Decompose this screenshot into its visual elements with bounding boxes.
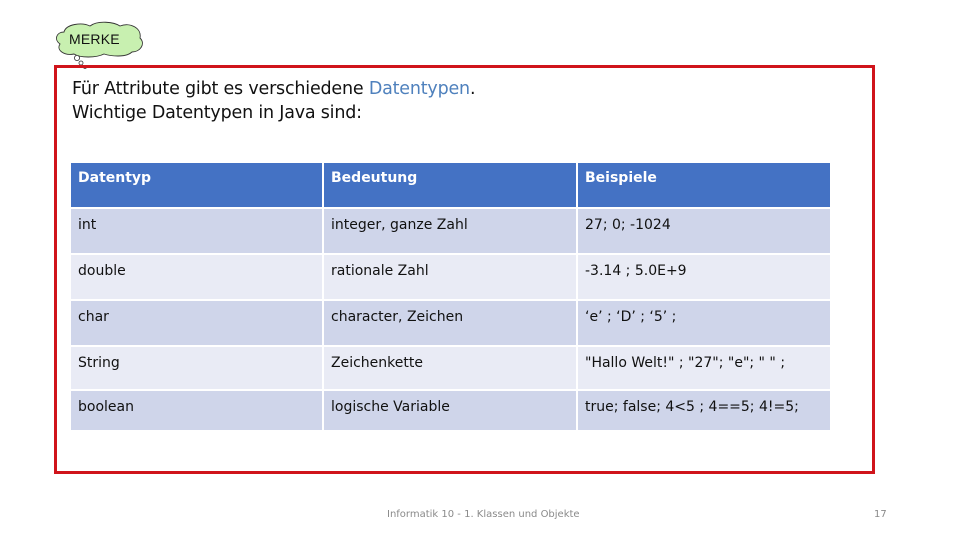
cell-examples: 27; 0; -1024 — [578, 209, 830, 253]
table-header-row: Datentyp Bedeutung Beispiele — [71, 163, 830, 207]
merke-label: MERKE — [69, 31, 120, 47]
intro-line-1-period: . — [469, 79, 476, 99]
cell-type: char — [71, 301, 322, 345]
cell-meaning: integer, ganze Zahl — [324, 209, 576, 253]
table-row: char character, Zeichen ‘e’ ; ‘D’ ; ‘5’ … — [71, 301, 830, 345]
table-row: double rationale Zahl -3.14 ; 5.0E+9 — [71, 255, 830, 299]
cell-type: String — [71, 347, 322, 389]
intro-line-1-text: Für Attribute gibt es verschiedene — [72, 79, 369, 99]
table-row: boolean logische Variable true; false; 4… — [71, 391, 830, 430]
cell-examples: true; false; 4<5 ; 4==5; 4!=5; — [578, 391, 830, 430]
cell-examples: "Hallo Welt!" ; "27"; "e"; " " ; — [578, 347, 830, 389]
cell-meaning: Zeichenkette — [324, 347, 576, 389]
table-row: int integer, ganze Zahl 27; 0; -1024 — [71, 209, 830, 253]
cell-meaning: rationale Zahl — [324, 255, 576, 299]
cell-examples: ‘e’ ; ‘D’ ; ‘5’ ; — [578, 301, 830, 345]
table-row: String Zeichenkette "Hallo Welt!" ; "27"… — [71, 347, 830, 389]
cell-meaning: character, Zeichen — [324, 301, 576, 345]
intro-line-2: Wichtige Datentypen in Java sind: — [72, 103, 362, 123]
cell-type: boolean — [71, 391, 322, 430]
header-beispiele: Beispiele — [578, 163, 830, 207]
intro-text: Für Attribute gibt es verschiedene Daten… — [72, 77, 476, 125]
cell-type: double — [71, 255, 322, 299]
cell-examples: -3.14 ; 5.0E+9 — [578, 255, 830, 299]
merke-badge: MERKE — [52, 18, 148, 70]
cell-meaning: logische Variable — [324, 391, 576, 430]
datatypes-table: Datentyp Bedeutung Beispiele int integer… — [69, 161, 832, 432]
header-bedeutung: Bedeutung — [324, 163, 576, 207]
datentypen-highlight: Datentypen — [368, 79, 470, 99]
intro-line-1: Für Attribute gibt es verschiedene Daten… — [72, 77, 476, 101]
page-number: 17 — [874, 509, 887, 520]
footer-text: Informatik 10 - 1. Klassen und Objekte — [387, 509, 580, 520]
header-datentyp: Datentyp — [71, 163, 322, 207]
cell-type: int — [71, 209, 322, 253]
